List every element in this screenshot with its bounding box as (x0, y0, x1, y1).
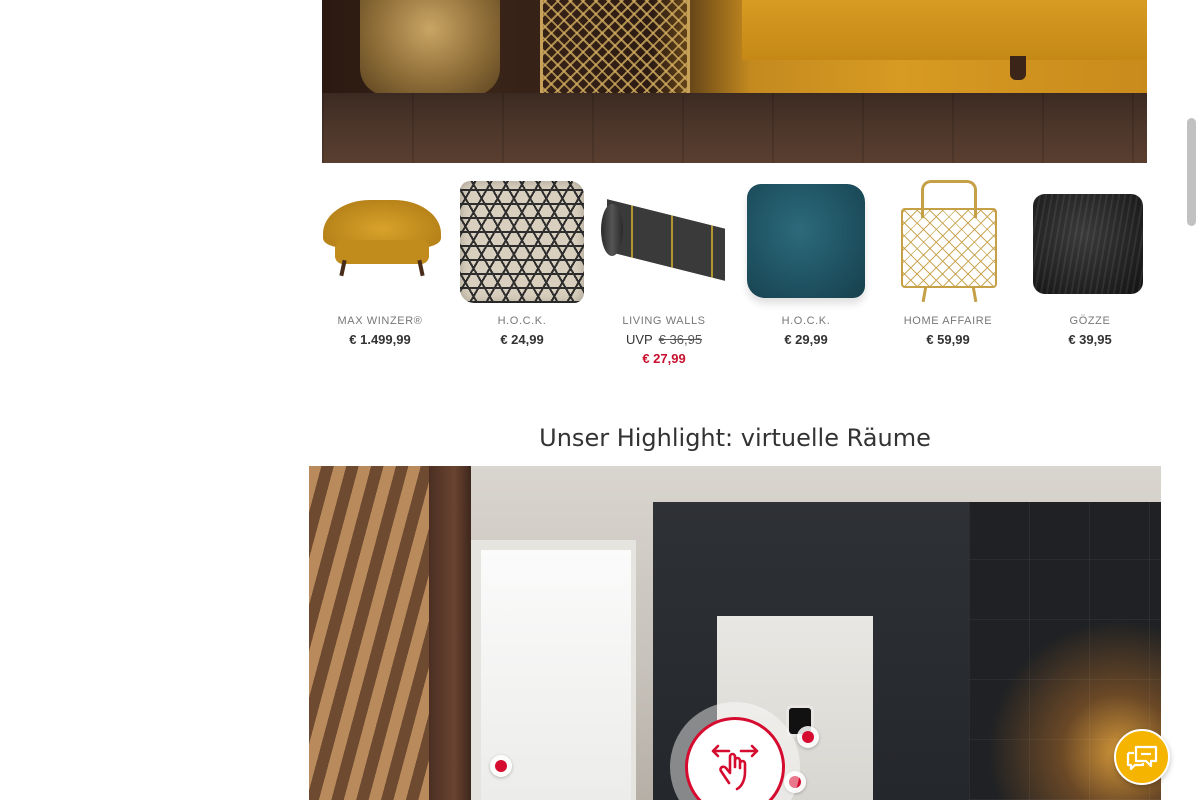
product-image-teal-pillow[interactable] (741, 178, 871, 304)
page-scrollbar[interactable] (1183, 0, 1200, 800)
product-card[interactable]: MAX WINZER® € 1.499,99 (309, 172, 451, 372)
hotspot-window-plant[interactable] (490, 755, 512, 777)
product-image-geometric-pillow[interactable] (457, 178, 587, 304)
hero-image[interactable] (322, 0, 1147, 163)
product-card[interactable]: H.O.C.K. € 24,99 (451, 172, 593, 372)
hotspot-lamp[interactable] (797, 726, 819, 748)
product-price: € 39,95 (1068, 332, 1112, 347)
product-image-fur-pillow[interactable] (1025, 178, 1155, 304)
product-image-magazine-rack[interactable] (883, 178, 1013, 304)
product-price: € 29,99 (784, 332, 828, 347)
product-carousel: MAX WINZER® € 1.499,99 H.O.C.K. € 24,99 … (309, 172, 1161, 372)
wood-floor (322, 93, 1147, 163)
virtual-room-viewer[interactable] (309, 466, 1161, 800)
product-card[interactable]: GÖZZE € 39,95 (1019, 172, 1161, 372)
brass-side-table (360, 0, 500, 96)
product-price-uvp: UVP € 36,95 (593, 332, 735, 347)
product-brand[interactable]: MAX WINZER® (309, 315, 451, 327)
scrollbar-thumb[interactable] (1187, 118, 1196, 226)
section-title: Unser Highlight: virtuelle Räume (539, 424, 931, 452)
product-price: € 24,99 (500, 332, 544, 347)
product-brand[interactable]: H.O.C.K. (735, 315, 877, 327)
chat-bubbles-icon (1126, 745, 1158, 771)
uvp-label: UVP (625, 332, 653, 347)
product-brand[interactable]: LIVING WALLS (593, 315, 735, 327)
sale-price: € 27,99 (642, 351, 686, 366)
product-image-sofa[interactable] (315, 178, 445, 304)
product-price: € 1.499,99 (349, 332, 411, 347)
old-price: € 36,95 (658, 332, 703, 347)
product-card[interactable]: HOME AFFAIRE € 59,99 (877, 172, 1019, 372)
wood-pillar (429, 466, 471, 800)
sofa-leg (1010, 56, 1026, 80)
product-brand[interactable]: HOME AFFAIRE (877, 315, 1019, 327)
product-card[interactable]: H.O.C.K. € 29,99 (735, 172, 877, 372)
product-price: € 59,99 (926, 332, 970, 347)
product-brand[interactable]: GÖZZE (1019, 315, 1161, 327)
chat-button[interactable] (1114, 729, 1170, 785)
product-brand[interactable]: H.O.C.K. (451, 315, 593, 327)
product-image-wallpaper-roll[interactable] (599, 178, 729, 304)
product-card[interactable]: LIVING WALLS UVP € 36,95 € 27,99 (593, 172, 735, 372)
yellow-sofa-photo (742, 0, 1147, 60)
